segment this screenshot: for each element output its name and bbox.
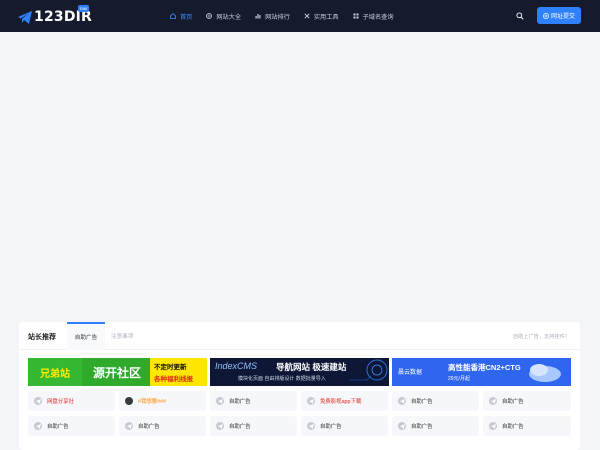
send-icon xyxy=(398,397,406,405)
nav-item-subdomain[interactable]: 子域名查询 xyxy=(353,12,394,21)
send-icon xyxy=(34,397,42,405)
ad-cell[interactable]: 自助广告 xyxy=(119,416,206,436)
ad-cell-label: 自助广告 xyxy=(502,424,524,430)
banner-sub-1: 不定时更新 xyxy=(154,364,187,371)
recommend-panel: 站长推荐 自助广告 注意事项 自助上广告，支持挂件！ 兄弟站 源开社区 不定时更… xyxy=(19,322,580,450)
ad-cell[interactable]: 自助广告 xyxy=(483,416,571,436)
search-icon[interactable] xyxy=(516,12,524,20)
send-icon xyxy=(489,397,497,405)
ad-cell[interactable]: 自助广告 xyxy=(210,391,297,411)
ad-cell[interactable]: 免费影视app下载 xyxy=(301,391,388,411)
banner-headline: 源开社区 xyxy=(92,365,141,380)
banner-brand: 晨云数据 xyxy=(398,370,423,376)
ad-cell[interactable]: 自助广告 xyxy=(392,391,479,411)
nav-item-home[interactable]: 首页 xyxy=(170,12,192,21)
banner-label: 兄弟站 xyxy=(40,368,70,380)
send-icon xyxy=(489,422,497,430)
nav-item-ranking[interactable]: 网站排行 xyxy=(255,12,290,21)
top-navbar: 123DIR nav 首页 网站大全 网站排行 实用工具 子域名查询 网址提交 xyxy=(0,0,600,32)
ad-cell-label: 免费影视app下载 xyxy=(320,399,362,405)
panel-header: 站长推荐 自助广告 注意事项 自助上广告，支持挂件！ xyxy=(19,322,580,350)
grid-icon xyxy=(353,13,359,19)
nav-item-tools[interactable]: 实用工具 xyxy=(304,12,339,21)
banner-ad-chenyun[interactable]: 晨云数据 高性能香港CN2+CTG 29元/月起 xyxy=(392,358,571,386)
panel-title: 站长推荐 xyxy=(28,334,56,341)
main-nav: 首页 网站大全 网站排行 实用工具 子域名查询 xyxy=(170,0,408,32)
logo-badge: nav xyxy=(78,5,90,12)
send-icon xyxy=(34,422,42,430)
send-icon xyxy=(216,422,224,430)
ad-cell-label: 自助广告 xyxy=(47,424,69,430)
ad-cell-label: 自助广告 xyxy=(229,399,251,405)
site-logo[interactable]: 123DIR nav xyxy=(18,5,92,26)
submit-site-label: 网址提交 xyxy=(550,14,575,20)
globe-icon xyxy=(206,13,213,19)
panel-note[interactable]: 自助上广告，支持挂件！ xyxy=(513,333,570,340)
ad-cell-label: 自助广告 xyxy=(138,424,160,430)
banner-price: 29元/月起 xyxy=(448,376,470,382)
nav-item-label: 子域名查询 xyxy=(362,13,394,21)
banner-brand: IndexCMS xyxy=(215,361,258,371)
tab-self-ads[interactable]: 自助广告 xyxy=(67,322,105,350)
avatar xyxy=(125,397,133,405)
send-icon xyxy=(216,397,224,405)
tab-notes[interactable]: 注意事项 xyxy=(111,322,133,350)
banner-sub-2: 各种福利线报 xyxy=(154,376,193,383)
send-icon xyxy=(307,397,315,405)
plus-circle-icon xyxy=(543,12,549,19)
banner-headline: 高性能香港CN2+CTG xyxy=(448,363,521,372)
nav-item-sites[interactable]: 网站大全 xyxy=(206,12,241,21)
nav-item-label: 网站大全 xyxy=(216,13,242,21)
nav-item-label: 首页 xyxy=(180,13,193,21)
nav-item-label: 实用工具 xyxy=(313,13,339,21)
banner-ad-indexcms[interactable]: IndexCMS 导航网站 极速建站 模块化页面 自由排版设计 数据批量导入 xyxy=(210,358,389,386)
ad-cell-label: 自助广告 xyxy=(411,399,433,405)
ad-cell[interactable]: 自助广告 xyxy=(301,416,388,436)
ad-cell-label: 自助广告 xyxy=(502,399,524,405)
send-icon xyxy=(398,422,406,430)
tab-label: 注意事项 xyxy=(111,334,134,340)
paper-plane-icon xyxy=(18,10,32,24)
ad-cell[interactable]: 网盘分享社 xyxy=(28,391,115,411)
ad-cell-label: #我想要### xyxy=(138,399,167,405)
bar-chart-icon xyxy=(255,14,261,19)
tab-label: 自助广告 xyxy=(74,335,98,341)
ad-cell-label: 自助广告 xyxy=(320,424,342,430)
ad-cell[interactable]: #我想要### xyxy=(119,391,206,411)
nav-item-label: 网站排行 xyxy=(265,13,290,21)
banner-subline: 模块化页面 自由排版设计 数据批量导入 xyxy=(238,376,326,382)
ad-cell[interactable]: 自助广告 xyxy=(392,416,479,436)
home-icon xyxy=(170,13,176,19)
send-icon xyxy=(307,422,315,430)
tools-icon xyxy=(304,13,310,19)
ad-cell[interactable]: 自助广告 xyxy=(210,416,297,436)
banner-ad-community[interactable]: 兄弟站 源开社区 不定时更新 各种福利线报 xyxy=(28,358,207,386)
ad-cell[interactable]: 自助广告 xyxy=(483,391,571,411)
ad-cell-label: 自助广告 xyxy=(229,424,251,430)
submit-site-button[interactable]: 网址提交 xyxy=(537,7,581,24)
ad-cell-label: 自助广告 xyxy=(411,424,433,430)
banner-headline: 导航网站 极速建站 xyxy=(276,362,347,372)
ad-cell-label: 网盘分享社 xyxy=(47,399,74,405)
ad-cell[interactable]: 自助广告 xyxy=(28,416,115,436)
cloud-graphic xyxy=(529,364,561,382)
send-icon xyxy=(125,422,133,430)
